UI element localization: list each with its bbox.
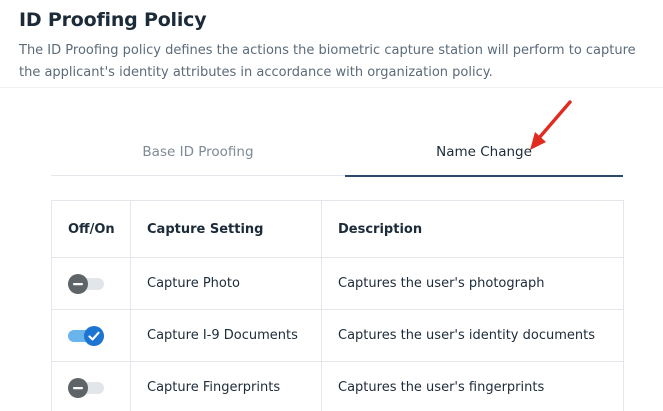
table-row: Capture I-9 Documents Captures the user'… [51,309,624,362]
red-arrow-icon [530,100,572,150]
column-header-capture-setting: Capture Setting [130,200,322,258]
check-icon [84,325,104,346]
table-row: Capture Fingerprints Captures the user's… [51,361,624,411]
toggle-cell [51,361,131,411]
column-header-off-on: Off/On [51,200,131,258]
column-header-description: Description [321,200,624,258]
table-row: Capture Photo Captures the user's photog… [51,257,624,310]
tab-label: Name Change [436,144,532,160]
page-description: The ID Proofing policy defines the actio… [19,43,636,80]
toggle-cell [51,309,131,362]
id-proofing-policy-page: ID Proofing Policy The ID Proofing polic… [0,0,663,411]
tab-label: Base ID Proofing [142,144,254,160]
active-tab-indicator [345,175,623,177]
capture-settings-table: Off/On Capture Setting Description Captu… [51,200,624,411]
capture-setting-cell: Capture I-9 Documents [130,309,322,362]
capture-photo-toggle[interactable] [68,273,104,295]
description-cell: Captures the user's fingerprints [321,361,624,411]
tab-name-change[interactable]: Name Change [345,130,623,177]
page-title: ID Proofing Policy [19,9,207,31]
minus-icon [68,377,88,398]
description-cell: Captures the user's identity documents [321,309,624,362]
capture-fingerprints-toggle[interactable] [68,377,104,399]
table-header-row: Off/On Capture Setting Description [51,200,624,258]
toggle-cell [51,257,131,310]
capture-setting-cell: Capture Fingerprints [130,361,322,411]
tab-base-id-proofing[interactable]: Base ID Proofing [51,130,345,176]
minus-icon [68,273,88,294]
capture-setting-cell: Capture Photo [130,257,322,310]
description-cell: Captures the user's photograph [321,257,624,310]
header-divider [0,87,663,88]
capture-i9-documents-toggle[interactable] [68,325,104,347]
